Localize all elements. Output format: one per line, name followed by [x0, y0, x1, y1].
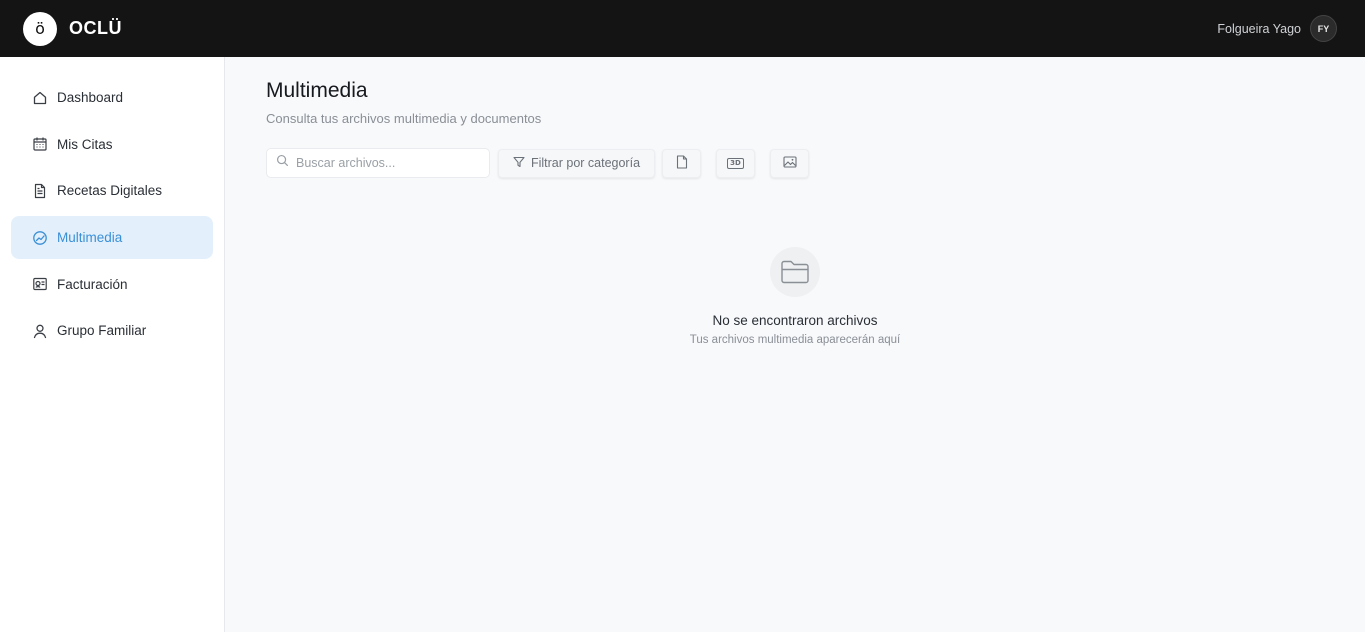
empty-state: No se encontraron archivos Tus archivos … — [225, 247, 1365, 346]
calendar-icon — [32, 136, 48, 152]
sidebar-item-label: Mis Citas — [57, 136, 113, 152]
3d-icon: 3D — [727, 157, 744, 169]
search-input[interactable] — [296, 156, 476, 170]
toolbar: Filtrar por categoría 3D — [266, 148, 1324, 178]
home-icon — [32, 90, 48, 106]
document-icon — [32, 183, 48, 199]
sidebar-item-label: Grupo Familiar — [57, 323, 147, 339]
search-box[interactable] — [266, 148, 490, 178]
sidebar-item-label: Dashboard — [57, 90, 124, 105]
search-icon — [276, 154, 289, 172]
page-title: Multimedia — [266, 79, 368, 102]
filter-category-button[interactable]: Filtrar por categoría — [498, 148, 655, 178]
folder-icon — [770, 247, 820, 297]
sidebar-item-mis-citas[interactable]: Mis Citas — [11, 123, 213, 166]
top-bar: ö OCLÜ Folgueira Yago FY — [0, 0, 1365, 57]
sidebar-item-grupo-familiar[interactable]: Grupo Familiar — [11, 309, 213, 352]
avatar[interactable]: FY — [1310, 15, 1337, 42]
sidebar-item-facturacion[interactable]: Facturación — [11, 263, 213, 306]
empty-state-subtitle: Tus archivos multimedia aparecerán aquí — [689, 334, 901, 346]
gauge-icon — [32, 230, 48, 246]
sidebar-item-label: Multimedia — [57, 230, 123, 246]
filter-label: Filtrar por categoría — [530, 156, 641, 170]
sidebar-item-multimedia[interactable]: Multimedia — [11, 216, 213, 260]
billing-icon — [32, 276, 48, 292]
user-icon — [32, 323, 48, 339]
brand[interactable]: ö OCLÜ — [23, 11, 122, 46]
user-name: Folgueira Yago — [1217, 21, 1301, 36]
app-logo: ö — [23, 11, 57, 46]
page-subtitle: Consulta tus archivos multimedia y docum… — [266, 111, 542, 126]
filter-3d-button[interactable]: 3D — [716, 148, 755, 178]
sidebar-item-recetas-digitales[interactable]: Recetas Digitales — [11, 169, 213, 212]
sidebar-item-label: Facturación — [57, 276, 128, 292]
filter-icon — [513, 156, 525, 171]
sidebar-item-dashboard[interactable]: Dashboard — [11, 76, 213, 119]
main-content: Multimedia Consulta tus archivos multime… — [225, 57, 1365, 632]
user-menu[interactable]: Folgueira Yago FY — [1217, 15, 1337, 42]
app-name: OCLÜ — [69, 18, 122, 38]
sidebar-item-label: Recetas Digitales — [57, 183, 163, 199]
image-icon — [782, 155, 797, 171]
empty-state-title: No se encontraron archivos — [712, 313, 878, 328]
file-icon — [676, 154, 688, 172]
filter-documents-button[interactable] — [662, 148, 701, 178]
sidebar: Dashboard Mis Citas Recetas Digitales Mu… — [0, 57, 225, 632]
filter-images-button[interactable] — [770, 148, 809, 178]
